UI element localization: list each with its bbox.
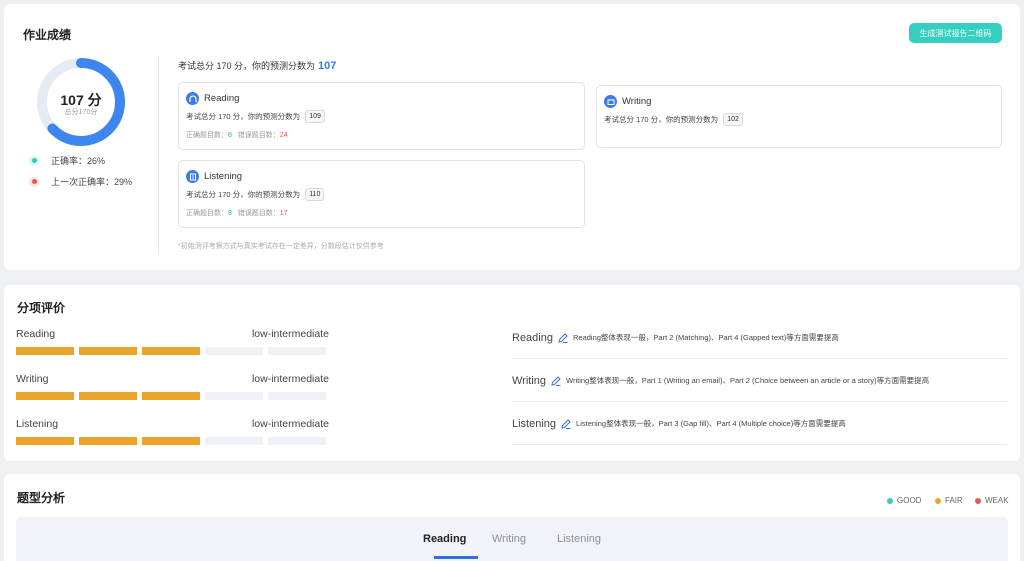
last-rate-text: 上一次正确率：29% — [51, 177, 133, 187]
score-card-title: 作业成绩 — [23, 28, 72, 42]
level-bar-filled — [16, 347, 74, 355]
analysis-title: 题型分析 — [17, 491, 66, 505]
reading-section-name: Reading — [204, 93, 240, 104]
comment-skill-name: Reading — [512, 331, 553, 344]
listening-correct-label: 正确题目数： — [186, 210, 228, 217]
level-bar-empty — [268, 437, 326, 445]
skill-level: low-intermediate — [251, 373, 329, 385]
total-predict-value: 107 — [318, 60, 337, 72]
writing-section-card[interactable]: Writing 考试总分 170 分，你的预测分数为 102 — [596, 85, 1002, 148]
legend-weak: WEAK — [975, 496, 1009, 505]
generate-qr-button[interactable]: 生成测试报告二维码 — [909, 23, 1002, 43]
listening-icon — [186, 170, 199, 183]
evaluation-card: 分项评价 Reading low-intermediate Writing lo… — [4, 285, 1020, 461]
reading-counts: 正确题目数：8 错误题目数：24 — [186, 130, 288, 140]
edit-icon[interactable] — [550, 375, 562, 387]
tab-reading[interactable]: Reading — [423, 533, 466, 545]
vertical-divider — [158, 56, 159, 254]
correct-rate-dot — [29, 155, 39, 166]
listening-wrong-count: 17 — [279, 210, 288, 217]
legend-label: FAIR — [945, 496, 963, 505]
comment-text: Reading整体表现一般，Part 2 (Matching)、Part 4 (… — [572, 333, 839, 342]
skill-level-bars — [16, 392, 329, 400]
level-bar-empty — [268, 347, 326, 355]
comment-skill-name: Listening — [512, 417, 557, 430]
listening-correct-count: 8 — [228, 210, 232, 217]
reading-icon — [186, 92, 199, 105]
skill-level: low-intermediate — [251, 418, 329, 430]
level-bar-filled — [142, 347, 200, 355]
score-total: 总分170分 — [64, 109, 98, 116]
total-predict-text: 考试总分 170 分，你的预测分数为 — [178, 61, 316, 71]
listening-predict-badge: 110 — [305, 188, 325, 201]
reading-wrong-count: 24 — [279, 132, 288, 139]
writing-predict-badge: 102 — [723, 113, 743, 126]
listening-predict-text: 考试总分 170 分，你的预测分数为 — [186, 190, 301, 199]
disclaimer-note: *初始测评考察方式与真实考试存在一定差异，分数段估计仅供参考 — [178, 243, 384, 250]
evaluation-title: 分项评价 — [17, 301, 66, 315]
level-bar-filled — [142, 437, 200, 445]
comment-writing: Writing Writing整体表现一般，Part 1 (Writing an… — [512, 360, 1007, 402]
writing-icon — [604, 95, 617, 108]
level-bar-empty — [268, 392, 326, 400]
level-bar-empty — [205, 392, 263, 400]
listening-wrong-label: 错误题目数： — [237, 210, 280, 217]
level-bar-filled — [16, 392, 74, 400]
tab-writing[interactable]: Writing — [492, 533, 526, 545]
legend-label: GOOD — [897, 496, 922, 505]
correct-rate-text: 正确率：26% — [51, 156, 106, 166]
legend-good: GOOD — [887, 496, 921, 505]
comment-listening: Listening Listening整体表现一般，Part 3 (Gap fi… — [512, 403, 1007, 445]
writing-section-name: Writing — [622, 96, 652, 107]
correct-rate-row: 正确率：26% — [29, 154, 105, 167]
edit-icon[interactable] — [560, 418, 572, 430]
skill-level-bars — [16, 347, 329, 355]
last-rate-row: 上一次正确率：29% — [29, 175, 132, 188]
total-predict-line: 考试总分 170 分，你的预测分数为 107 — [178, 59, 336, 72]
skill-level: low-intermediate — [251, 328, 329, 340]
level-bar-filled — [79, 347, 137, 355]
writing-predict-text: 考试总分 170 分，你的预测分数为 — [604, 115, 719, 124]
legend-label: WEAK — [985, 496, 1009, 505]
skill-name: Listening — [16, 418, 59, 430]
level-bar-filled — [79, 437, 137, 445]
skill-reading: Reading low-intermediate — [16, 328, 329, 355]
edit-icon[interactable] — [557, 332, 569, 344]
comment-skill-name: Writing — [512, 374, 547, 387]
skill-level-bars — [16, 437, 329, 445]
skill-listening: Listening low-intermediate — [16, 418, 329, 445]
last-rate-dot — [29, 176, 39, 187]
listening-section-name: Listening — [204, 171, 243, 182]
reading-correct-count: 8 — [228, 132, 232, 139]
analysis-tab-panel: Reading Writing Listening — [16, 517, 1008, 561]
reading-predict-text: 考试总分 170 分，你的预测分数为 — [186, 112, 301, 121]
tab-listening[interactable]: Listening — [557, 533, 601, 545]
reading-wrong-label: 错误题目数： — [237, 132, 280, 139]
skill-name: Writing — [16, 373, 49, 385]
legend-fair: FAIR — [935, 496, 963, 505]
comment-text: Writing整体表现一般，Part 1 (Writing an email)、… — [566, 376, 930, 385]
level-bar-filled — [79, 392, 137, 400]
listening-section-card[interactable]: Listening 考试总分 170 分，你的预测分数为 110 正确题目数：8… — [178, 160, 585, 228]
level-bar-filled — [142, 392, 200, 400]
level-bar-empty — [205, 437, 263, 445]
skill-name: Reading — [16, 328, 56, 340]
level-bar-filled — [16, 437, 74, 445]
reading-correct-label: 正确题目数： — [186, 132, 228, 139]
active-tab-indicator — [434, 556, 478, 559]
skill-writing: Writing low-intermediate — [16, 373, 329, 400]
comment-reading: Reading Reading整体表现一般，Part 2 (Matching)、… — [512, 317, 1007, 359]
analysis-card: 题型分析 GOOD FAIR WEAK Reading Writing List… — [4, 474, 1020, 561]
listening-counts: 正确题目数：8 错误题目数：17 — [186, 208, 288, 218]
comment-text: Listening整体表现一般，Part 3 (Gap fill)、Part 4… — [576, 419, 846, 428]
level-bar-empty — [205, 347, 263, 355]
reading-predict-badge: 109 — [305, 110, 325, 123]
reading-section-card[interactable]: Reading 考试总分 170 分，你的预测分数为 109 正确题目数：8 错… — [178, 82, 585, 150]
score-card: 作业成绩 生成测试报告二维码 107 分 总分170分 正确率：26% 上一次正… — [4, 4, 1020, 270]
